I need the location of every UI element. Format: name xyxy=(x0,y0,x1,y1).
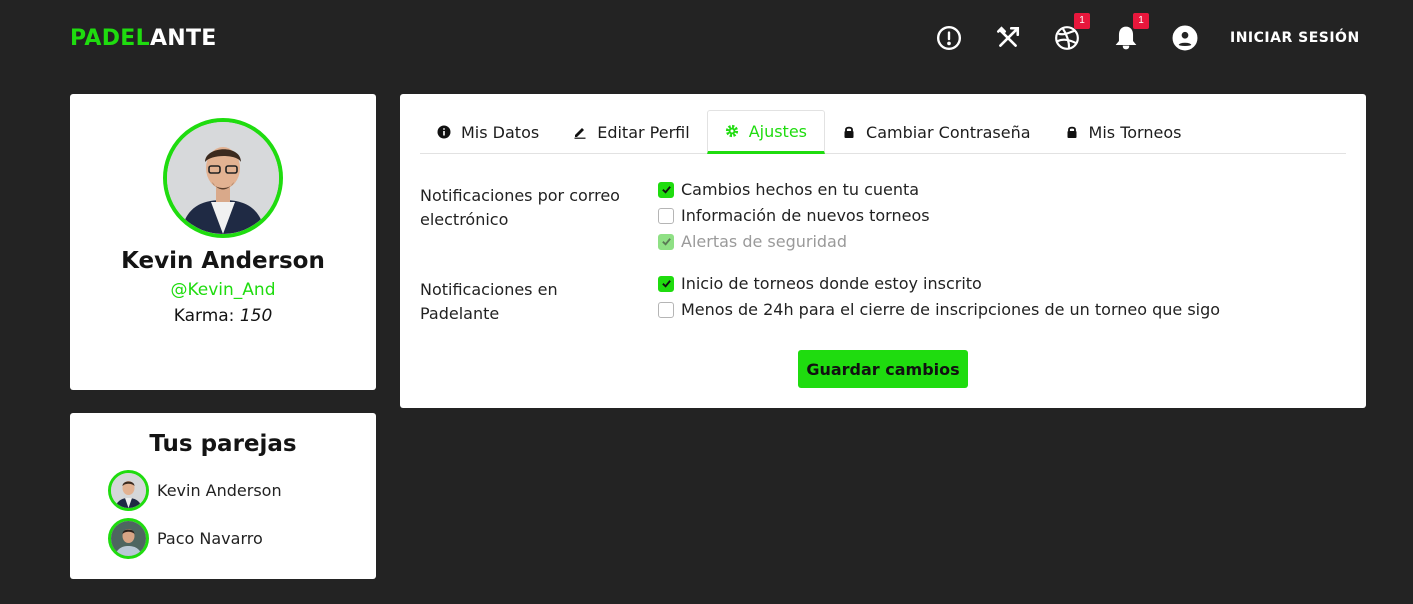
brand-logo-part2: ANTE xyxy=(149,26,217,51)
profile-name: Kevin Anderson xyxy=(121,248,325,274)
tab-mis-torneos[interactable]: Mis Torneos xyxy=(1048,110,1199,154)
option-label: Alertas de seguridad xyxy=(681,232,848,251)
app-notifications-label: Notificaciones en Padelante xyxy=(420,280,558,323)
option-cierre-inscripciones[interactable]: Menos de 24h para el cierre de inscripci… xyxy=(658,300,1220,319)
edit-icon xyxy=(573,125,587,139)
pair-item[interactable]: Kevin Anderson xyxy=(108,470,282,511)
option-label: Cambios hechos en tu cuenta xyxy=(681,180,920,199)
tab-label: Mis Datos xyxy=(461,122,540,142)
tools-icon[interactable] xyxy=(995,24,1021,52)
tab-editar-perfil[interactable]: Editar Perfil xyxy=(556,110,706,154)
tab-ajustes[interactable]: Ajustes xyxy=(706,110,826,154)
profile-karma: Karma: 150 xyxy=(70,306,376,326)
email-notifications-label: Notificaciones por correo electrónico xyxy=(420,186,620,229)
option-inicio-torneos[interactable]: Inicio de torneos donde estoy inscrito xyxy=(658,274,982,293)
tab-label: Cambiar Contraseña xyxy=(866,122,1031,142)
checkbox-checked[interactable] xyxy=(658,275,674,292)
tab-label: Editar Perfil xyxy=(597,122,690,142)
checkbox-unchecked[interactable] xyxy=(658,301,674,318)
pair-name: Kevin Anderson xyxy=(157,481,282,500)
alert-circle-icon[interactable] xyxy=(936,24,962,52)
bell-badge: 1 xyxy=(1133,13,1149,29)
option-alertas-seguridad: Alertas de seguridad xyxy=(658,232,847,251)
option-label: Inicio de torneos donde estoy inscrito xyxy=(681,274,982,293)
checkbox-checked[interactable] xyxy=(658,181,674,198)
pair-avatar xyxy=(108,470,149,511)
profile-avatar xyxy=(163,118,283,238)
user-circle-icon[interactable] xyxy=(1172,24,1198,52)
pair-name: Paco Navarro xyxy=(157,529,263,548)
save-button[interactable]: Guardar cambios xyxy=(798,350,968,388)
tab-cambiar-contrasena[interactable]: Cambiar Contraseña xyxy=(825,110,1048,154)
option-cambios-cuenta[interactable]: Cambios hechos en tu cuenta xyxy=(658,180,919,199)
tab-mis-datos[interactable]: Mis Datos xyxy=(420,110,556,154)
pair-item[interactable]: Paco Navarro xyxy=(108,518,263,559)
profile-tabs: Mis Datos Editar Perfil Ajustes Cambiar … xyxy=(420,110,1346,154)
option-label: Información de nuevos torneos xyxy=(681,206,930,225)
pairs-card: Tus parejas Kevin Anderson Paco Navarro xyxy=(70,413,376,579)
gear-icon xyxy=(725,124,739,138)
karma-label: Karma: xyxy=(173,306,235,326)
tab-label: Ajustes xyxy=(748,121,808,141)
option-label: Menos de 24h para el cierre de inscripci… xyxy=(681,300,1221,319)
pairs-title: Tus parejas xyxy=(149,431,297,457)
profile-handle[interactable]: @Kevin_And xyxy=(70,280,376,300)
ball-icon[interactable]: 1 xyxy=(1054,13,1090,52)
lock-icon xyxy=(842,125,856,139)
pair-avatar xyxy=(108,518,149,559)
bell-icon[interactable]: 1 xyxy=(1113,13,1149,52)
info-icon xyxy=(437,125,451,139)
checkbox-unchecked[interactable] xyxy=(658,207,674,224)
brand-logo[interactable]: PADELANTE xyxy=(70,26,217,51)
ball-badge: 1 xyxy=(1074,13,1090,29)
profile-card: Kevin Anderson @Kevin_And Karma: 150 xyxy=(70,94,376,390)
brand-logo-part1: PADEL xyxy=(70,26,150,51)
login-link[interactable]: INICIAR SESIÓN xyxy=(1230,30,1360,46)
tab-label: Mis Torneos xyxy=(1088,122,1182,142)
lock-icon xyxy=(1065,125,1079,139)
settings-card: Mis Datos Editar Perfil Ajustes Cambiar … xyxy=(400,94,1366,408)
karma-value: 150 xyxy=(239,306,273,326)
option-nuevos-torneos[interactable]: Información de nuevos torneos xyxy=(658,206,930,225)
checkbox-disabled-checked xyxy=(658,233,674,250)
